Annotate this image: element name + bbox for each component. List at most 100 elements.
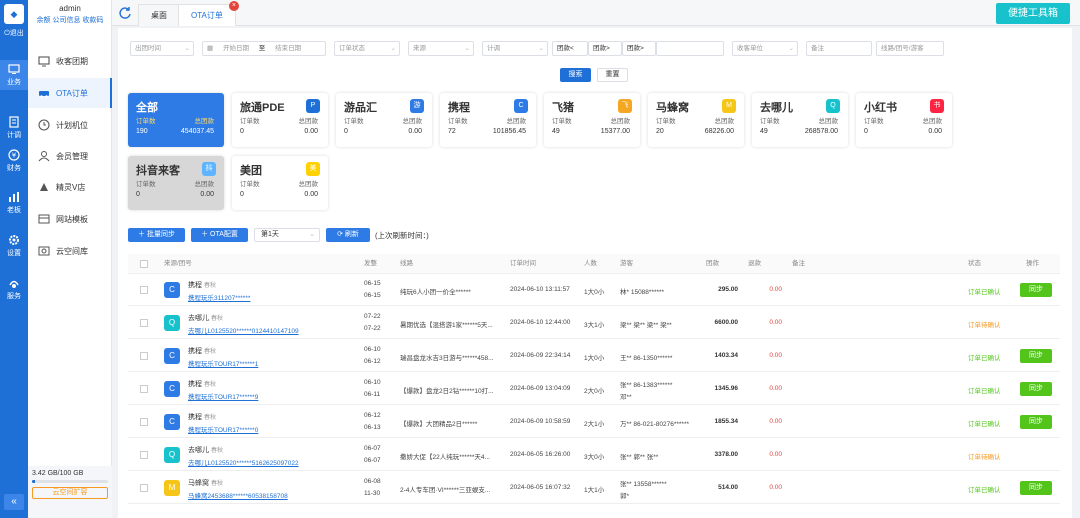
collapse-sidebar-button[interactable]: «	[4, 494, 24, 510]
platform-card[interactable]: 抖音来客 抖订单数 总团款 0 0.00	[128, 156, 224, 210]
platform-card[interactable]: 飞猪 飞订单数 总团款 49 15377.00	[544, 93, 640, 147]
nav-boss[interactable]: 老板	[0, 188, 28, 218]
card-amount-label: 总团款	[610, 118, 631, 125]
template-icon	[38, 214, 50, 224]
platform-card[interactable]: 美团 美订单数 总团款 0 0.00	[232, 156, 328, 210]
group-lt-input[interactable]: 团款<	[552, 41, 588, 56]
people-count: 3大0小	[584, 454, 605, 461]
card-title: 游品汇	[344, 102, 377, 114]
sync-button[interactable]: 同步	[1020, 481, 1052, 495]
row-checkbox[interactable]	[140, 352, 148, 360]
status-badge: 订单已确认	[968, 355, 1001, 362]
depart-date: 06-07	[364, 445, 381, 452]
nav-settings[interactable]: 设置	[0, 231, 28, 261]
card-amount-label: 总团款	[818, 118, 839, 125]
source-name: 去哪儿 春秋	[188, 447, 223, 454]
cloud-icon	[38, 246, 50, 256]
line-name: 2-4人专车团·VI******三亚蜈支...	[400, 487, 491, 494]
order-code-link[interactable]: 携程玩乐TOUR17******1	[188, 358, 258, 368]
refresh-button[interactable]: ⟳ 刷新	[326, 228, 370, 242]
app-logo-icon: ◆	[4, 4, 24, 24]
platform-card[interactable]: 携程 C 订单数 总团款 72 101856.45	[440, 93, 536, 147]
username: admin	[59, 4, 81, 13]
return-date: 07-22	[364, 325, 381, 332]
receiver-select[interactable]: 收客单位 ⌄	[732, 41, 798, 56]
group-amount: 3378.00	[714, 451, 739, 458]
order-code-link[interactable]: 去哪儿L0125520******0124410147109	[188, 325, 299, 335]
card-amount-label: 总团款	[922, 118, 943, 125]
group-gt-input[interactable]: 团款>	[588, 41, 622, 56]
card-title: 全部	[136, 102, 158, 114]
plan-select[interactable]: 计调 ⌄	[482, 41, 548, 56]
depart-date: 06-08	[364, 478, 381, 485]
menu-item-groups[interactable]: 收客团期	[28, 46, 112, 76]
nav-finance[interactable]: ¥ 财务	[0, 146, 28, 176]
expand-storage-button[interactable]: 云空间扩容	[32, 487, 108, 499]
menu-item-cloud-library[interactable]: 云空间库	[28, 236, 112, 266]
douyin-logo-icon: 抖	[202, 162, 216, 176]
user-links[interactable]: 余额 公司信息 收款码	[28, 15, 112, 25]
day-select[interactable]: 第1天 ⌄	[254, 228, 320, 242]
batch-sync-button[interactable]: ＋ 批量同步	[128, 228, 185, 242]
menu-item-site-templates[interactable]: 网站模板	[28, 204, 112, 234]
guest-info: 王** 86-1350******	[620, 355, 673, 362]
toolbox-button[interactable]: 便捷工具箱	[996, 3, 1070, 24]
date-range-input[interactable]: ▦ 开始日期 至 结束日期	[202, 41, 326, 56]
tab-ota-orders[interactable]: OTA订单 ×	[178, 1, 239, 26]
time-type-select[interactable]: 出团时间 ⌄	[130, 41, 194, 56]
card-amount: 454037.45	[180, 128, 214, 135]
platform-card[interactable]: 旅通PDE P 订单数 总团款 0 0.00	[232, 93, 328, 147]
order-code-link[interactable]: 携程玩乐311207******	[188, 292, 250, 302]
remark-input[interactable]: 备注	[806, 41, 872, 56]
menu-item-ota-orders[interactable]: OTA订单	[28, 78, 112, 108]
status-badge: 订单待确认	[968, 454, 1001, 461]
row-checkbox[interactable]	[140, 418, 148, 426]
chevron-down-icon: ⌄	[309, 231, 315, 238]
group-gt2-input[interactable]: 团款>	[622, 41, 656, 56]
sync-button[interactable]: 同步	[1020, 349, 1052, 363]
card-amount: 268578.00	[804, 128, 838, 135]
return-date: 11-30	[364, 490, 381, 497]
refresh-icon[interactable]	[118, 6, 132, 20]
platform-card[interactable]: 马蜂窝 M 订单数 总团款 20 68226.00	[648, 93, 744, 147]
source-logo-icon: Q	[164, 315, 180, 331]
sync-button[interactable]: 同步	[1020, 283, 1052, 297]
row-checkbox[interactable]	[140, 319, 148, 327]
select-all-checkbox[interactable]	[140, 260, 148, 268]
line-search-input[interactable]: 线路/团号/游客	[876, 41, 944, 56]
tab-desktop[interactable]: 桌面	[138, 4, 180, 26]
row-checkbox[interactable]	[140, 385, 148, 393]
nav-service[interactable]: 服务	[0, 274, 28, 304]
order-code-link[interactable]: 去哪儿L0125520******5162625097022	[188, 457, 299, 467]
card-count-label: 订单数	[760, 118, 780, 125]
order-code-link[interactable]: 携程玩乐TOUR17******9	[188, 391, 258, 401]
logout-button[interactable]: ⏻退出	[0, 28, 28, 38]
row-checkbox[interactable]	[140, 286, 148, 294]
table-row: Q 去哪儿 春秋 去哪儿L0125520******0124410147109 07-…	[128, 307, 1060, 339]
ota-config-button[interactable]: ＋ OTA配置	[191, 228, 248, 242]
order-status-select[interactable]: 订单状态 ⌄	[334, 41, 400, 56]
row-checkbox[interactable]	[140, 451, 148, 459]
platform-card[interactable]: 全部 订单数 总团款 190 454037.45	[128, 93, 224, 147]
chevron-down-icon: ⌄	[788, 45, 794, 52]
card-count-label: 订单数	[448, 118, 468, 125]
close-icon[interactable]: ×	[228, 1, 239, 11]
group-value-input[interactable]	[656, 41, 724, 56]
nav-business[interactable]: 业务	[0, 60, 28, 90]
order-code-link[interactable]: 携程玩乐TOUR17******0	[188, 424, 258, 434]
source-select[interactable]: 来源 ⌄	[408, 41, 474, 56]
platform-card[interactable]: 游品汇 游订单数 总团款 0 0.00	[336, 93, 432, 147]
row-checkbox[interactable]	[140, 484, 148, 492]
menu-item-plan-seats[interactable]: 计划机位	[28, 110, 112, 140]
sync-button[interactable]: 同步	[1020, 415, 1052, 429]
header-people: 人数	[584, 260, 597, 267]
order-code-link[interactable]: 马蜂窝2453688******60538158708	[188, 490, 288, 500]
menu-item-v-store[interactable]: 精灵V店	[28, 172, 112, 202]
nav-schedule[interactable]: 计调	[0, 113, 28, 143]
search-button[interactable]: 搜索	[560, 68, 591, 82]
platform-card[interactable]: 去哪儿 Q 订单数 总团款 49 268578.00	[752, 93, 848, 147]
platform-card[interactable]: 小红书 书订单数 总团款 0 0.00	[856, 93, 952, 147]
reset-button[interactable]: 重置	[597, 68, 628, 82]
sync-button[interactable]: 同步	[1020, 382, 1052, 396]
menu-item-members[interactable]: 会员管理	[28, 141, 112, 171]
